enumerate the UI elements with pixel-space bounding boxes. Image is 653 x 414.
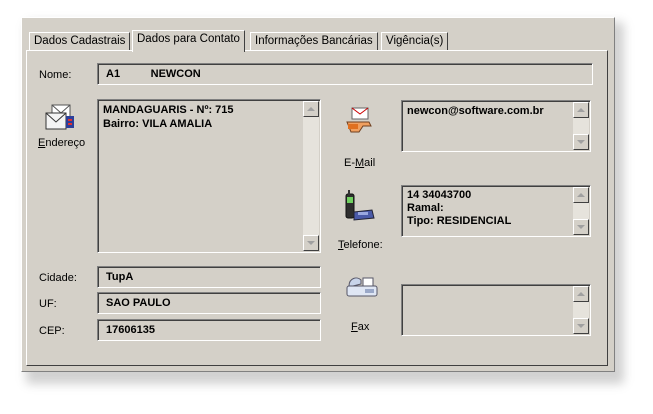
scroll-up-button[interactable] (573, 187, 589, 203)
uf-label: UF: (39, 298, 57, 310)
uf-field[interactable]: SAO PAULO (97, 292, 321, 314)
telefone-memo[interactable]: 14 34043700 Ramal: Tipo: RESIDENCIAL (401, 185, 591, 237)
email-scrollbar[interactable] (573, 102, 589, 150)
endereco-text: MANDAGUARIS - Nº: 715 Bairro: VILA AMALI… (103, 103, 300, 131)
endereco-line: Bairro: VILA AMALIA (103, 118, 213, 130)
address-envelopes-icon (45, 104, 74, 130)
email-text: newcon@software.com.br (407, 104, 570, 118)
endereco-memo[interactable]: MANDAGUARIS - Nº: 715 Bairro: VILA AMALI… (97, 99, 321, 253)
cidade-label: Cidade: (39, 272, 77, 284)
scroll-up-button[interactable] (573, 286, 589, 302)
fax-label: Fax (351, 321, 370, 333)
tab-dados-cadastrais[interactable]: Dados Cadastrais (29, 32, 131, 50)
telefone-line: Ramal: (407, 202, 444, 214)
endereco-label: Endereço (38, 137, 86, 149)
tab-vigencias[interactable]: Vigência(s) (381, 32, 449, 50)
telefone-scrollbar[interactable] (573, 187, 589, 235)
scroll-down-button[interactable] (573, 318, 589, 334)
telefone-label: Telefone: (338, 239, 383, 251)
scroll-down-button[interactable] (573, 134, 589, 150)
endereco-scrollbar[interactable] (303, 101, 319, 251)
scroll-up-button[interactable] (573, 102, 589, 118)
contact-window: Dados Cadastrais Dados para Contato Info… (21, 17, 615, 372)
contact-panel: Nome: A1 NEWCON Endereço MANDAGUARIS - N… (26, 50, 608, 366)
endereco-line: MANDAGUARIS - Nº: 715 (103, 104, 234, 116)
telefone-line: 14 34043700 (407, 189, 472, 201)
fax-machine-icon (346, 277, 378, 297)
scroll-up-button[interactable] (303, 101, 319, 117)
fax-memo[interactable] (401, 284, 591, 336)
scroll-down-button[interactable] (573, 219, 589, 235)
telefone-line: Tipo: RESIDENCIAL (407, 215, 512, 227)
tab-dados-para-contato[interactable]: Dados para Contato (132, 30, 245, 52)
nome-field[interactable]: A1 NEWCON (97, 63, 593, 85)
cidade-field[interactable]: TupA (97, 266, 321, 288)
email-label: E-Mail (344, 157, 376, 169)
cep-label: CEP: (39, 325, 65, 337)
nome-label: Nome: (39, 69, 72, 81)
email-line: newcon@software.com.br (407, 105, 544, 117)
email-memo[interactable]: newcon@software.com.br (401, 100, 591, 152)
email-hand-icon (346, 107, 372, 133)
cep-field[interactable]: 17606135 (97, 319, 321, 341)
cellphone-icon (345, 190, 375, 221)
tab-informacoes-bancarias[interactable]: Informações Bancárias (250, 32, 378, 50)
scroll-down-button[interactable] (303, 235, 319, 251)
telefone-text: 14 34043700 Ramal: Tipo: RESIDENCIAL (407, 189, 570, 228)
fax-scrollbar[interactable] (573, 286, 589, 334)
